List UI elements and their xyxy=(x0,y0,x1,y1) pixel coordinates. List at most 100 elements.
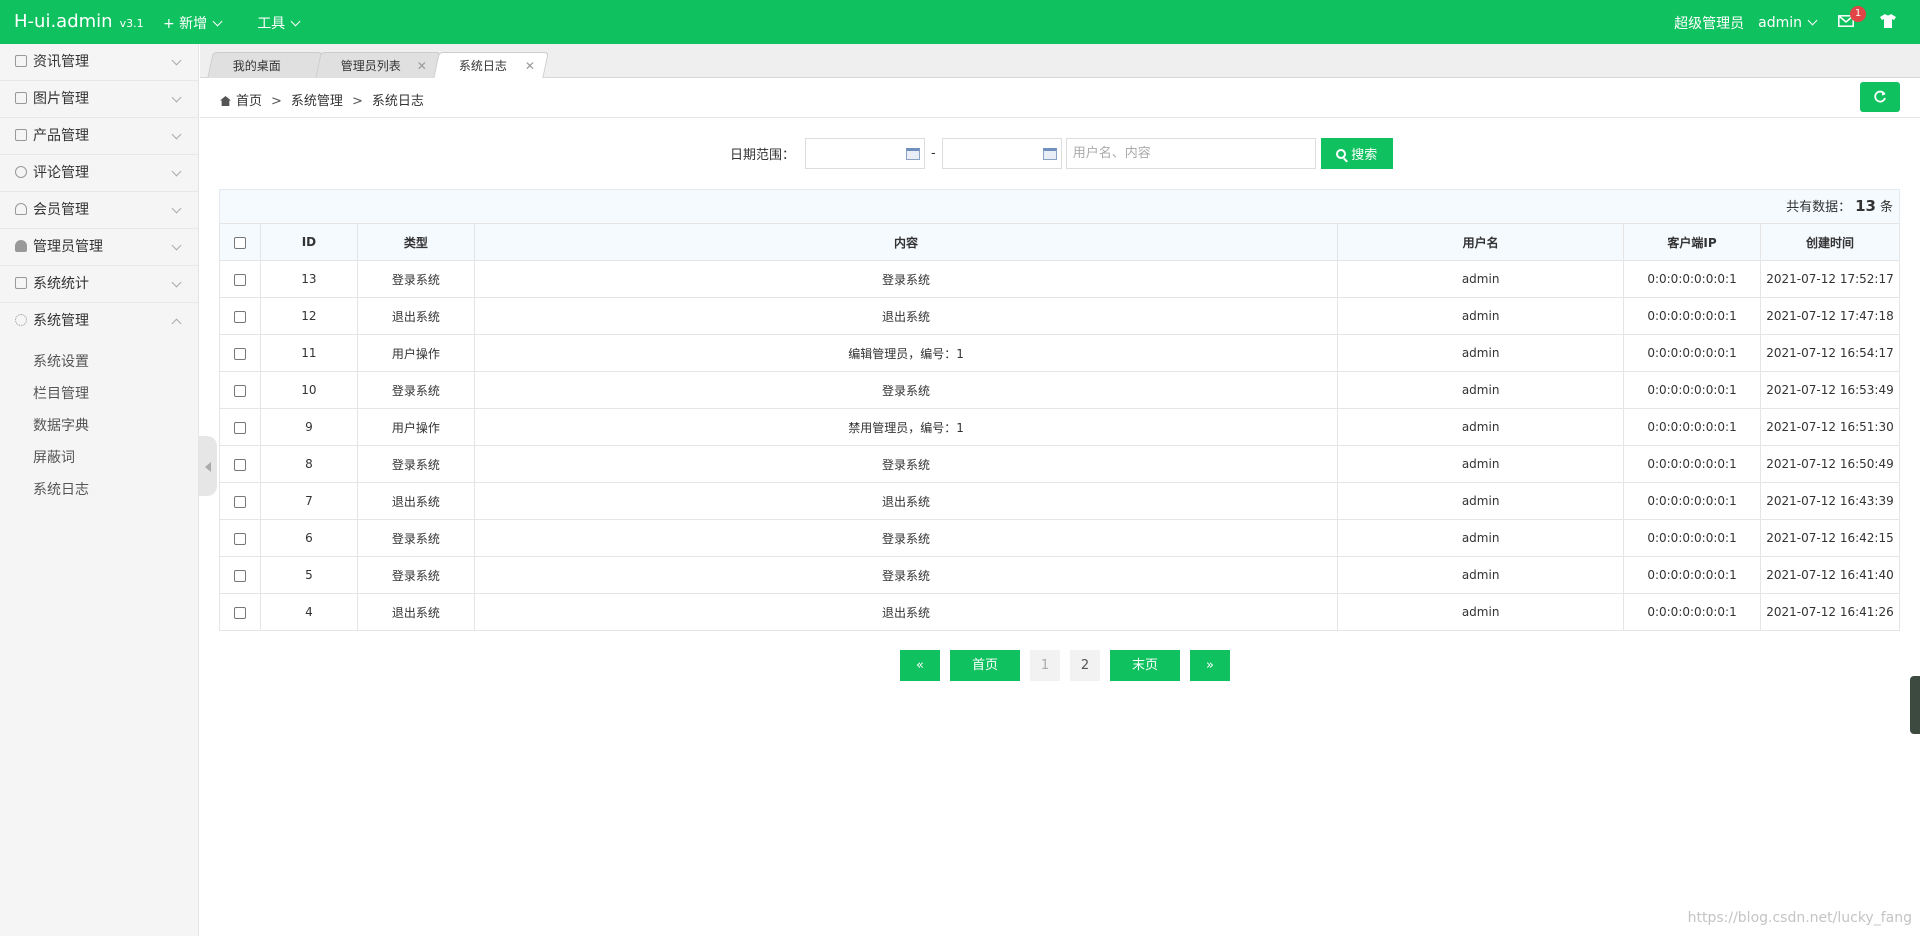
refresh-button[interactable] xyxy=(1860,82,1900,112)
total-count: 13 xyxy=(1855,197,1876,215)
tools-menu[interactable]: 工具 xyxy=(257,13,301,33)
calendar-icon xyxy=(906,148,921,160)
row-checkbox[interactable] xyxy=(233,606,246,619)
sub-item-blocked-words[interactable]: 屏蔽词 xyxy=(0,442,198,474)
role-label: 超级管理员 xyxy=(1674,16,1745,32)
table-row: 10 登录系统 登录系统 admin 0:0:0:0:0:0:0:1 2021-07-12… xyxy=(219,371,1900,409)
table-row: 11 用户操作 编辑管理员，编号：1 admin 0:0:0:0:0:0:0:1 2021… xyxy=(219,334,1900,372)
pager-next[interactable]: » xyxy=(1190,650,1230,681)
sub-item-dictionary[interactable]: 数据字典 xyxy=(0,410,198,442)
table-row: 12 退出系统 退出系统 admin 0:0:0:0:0:0:0:1 2021-07-12… xyxy=(219,297,1900,335)
pager-prev[interactable]: « xyxy=(900,650,940,681)
chevron-down-icon xyxy=(1807,15,1818,26)
table-row: 7 退出系统 退出系统 admin 0:0:0:0:0:0:0:1 2021-07-12 … xyxy=(219,482,1900,520)
row-checkbox[interactable] xyxy=(233,384,246,397)
sidebar-item-stats[interactable]: 系统统计 xyxy=(0,266,198,303)
chevron-down-icon xyxy=(171,92,182,103)
sidebar-item-members[interactable]: 会员管理 xyxy=(0,192,198,229)
col-type: 类型 xyxy=(356,223,475,261)
version-label: v3.1 xyxy=(119,17,144,30)
col-client-ip: 客户端IP xyxy=(1623,223,1761,261)
admin-icon xyxy=(15,240,27,252)
log-table: ID 类型 内容 用户名 客户端IP 创建时间 13 登录系统 登录系统 admin 0… xyxy=(219,223,1900,631)
close-icon[interactable]: ✕ xyxy=(417,53,427,79)
chevron-up-icon xyxy=(171,318,182,329)
tab-bar: 我的桌面 管理员列表 ✕ 系统日志 ✕ xyxy=(200,44,1920,79)
add-new-menu[interactable]: + 新增 xyxy=(163,13,223,33)
search-bar: 日期范围： - 搜索 xyxy=(730,138,1393,169)
breadcrumb-current: 系统日志 xyxy=(371,94,424,109)
sidebar-item-products[interactable]: 产品管理 xyxy=(0,118,198,155)
pager-page-2[interactable]: 2 xyxy=(1070,650,1100,681)
watermark: https://blog.csdn.net/lucky_fang xyxy=(1687,910,1912,926)
close-icon[interactable]: ✕ xyxy=(525,53,535,79)
sub-item-settings[interactable]: 系统设置 xyxy=(0,346,198,378)
app-logo[interactable]: H-ui.admin v3.1 xyxy=(14,11,144,32)
tab-admin-list[interactable]: 管理员列表 ✕ xyxy=(315,52,441,78)
logo-text: H-ui.admin xyxy=(14,11,113,32)
pager-last[interactable]: 末页 xyxy=(1110,650,1180,681)
tab-desktop[interactable]: 我的桌面 xyxy=(207,52,323,78)
row-checkbox[interactable] xyxy=(233,273,246,286)
date-end-input[interactable] xyxy=(941,138,1062,169)
table-row: 5 登录系统 登录系统 admin 0:0:0:0:0:0:0:1 2021-07-12 … xyxy=(219,556,1900,594)
chart-icon xyxy=(15,277,27,289)
table-row: 4 退出系统 退出系统 admin 0:0:0:0:0:0:0:1 2021-07-12 … xyxy=(219,593,1900,631)
user-icon xyxy=(15,203,27,215)
date-range-dash: - xyxy=(931,146,936,161)
comment-icon xyxy=(15,166,27,178)
calendar-icon xyxy=(1042,148,1057,160)
table-row: 8 登录系统 登录系统 admin 0:0:0:0:0:0:0:1 2021-07-12 … xyxy=(219,445,1900,483)
chevron-down-icon xyxy=(171,166,182,177)
message-button[interactable]: 1 xyxy=(1838,6,1866,31)
col-content: 内容 xyxy=(473,223,1339,261)
sidebar-item-admins[interactable]: 管理员管理 xyxy=(0,229,198,266)
table-header-row: ID 类型 内容 用户名 客户端IP 创建时间 xyxy=(219,223,1900,261)
breadcrumb-bar: 首页 > 系统管理 > 系统日志 xyxy=(200,78,1920,118)
chevron-down-icon xyxy=(171,240,182,251)
select-all-checkbox[interactable] xyxy=(233,236,246,249)
home-icon xyxy=(220,96,231,106)
keyword-input[interactable] xyxy=(1065,138,1316,169)
pager-page-1[interactable]: 1 xyxy=(1030,650,1060,681)
row-checkbox[interactable] xyxy=(233,310,246,323)
user-menu[interactable]: admin xyxy=(1758,15,1818,31)
sidebar: 资讯管理 图片管理 产品管理 评论管理 会员管理 管理员管理 系统统计 系统管理… xyxy=(0,44,199,936)
sidebar-item-news[interactable]: 资讯管理 xyxy=(0,44,198,81)
row-checkbox[interactable] xyxy=(233,458,246,471)
table-row: 6 登录系统 登录系统 admin 0:0:0:0:0:0:0:1 2021-07-12 … xyxy=(219,519,1900,557)
select-all-cell xyxy=(219,223,261,261)
row-checkbox[interactable] xyxy=(233,347,246,360)
sidebar-item-system[interactable]: 系统管理 xyxy=(0,303,198,340)
breadcrumb-home[interactable]: 首页 xyxy=(236,94,262,109)
chevron-down-icon xyxy=(171,203,182,214)
search-button[interactable]: 搜索 xyxy=(1320,138,1393,169)
row-checkbox[interactable] xyxy=(233,495,246,508)
pagination: « 首页 1 2 末页 » xyxy=(900,650,1230,681)
system-submenu: 系统设置 栏目管理 数据字典 屏蔽词 系统日志 xyxy=(0,340,198,506)
row-checkbox[interactable] xyxy=(233,532,246,545)
breadcrumb: 首页 > 系统管理 > 系统日志 xyxy=(220,90,424,109)
sidebar-item-comments[interactable]: 评论管理 xyxy=(0,155,198,192)
sub-item-system-log[interactable]: 系统日志 xyxy=(0,474,198,506)
message-count-badge: 1 xyxy=(1850,6,1866,22)
col-created-time: 创建时间 xyxy=(1760,223,1900,261)
pager-first[interactable]: 首页 xyxy=(950,650,1020,681)
col-id: ID xyxy=(259,223,358,261)
tab-system-log[interactable]: 系统日志 ✕ xyxy=(433,52,549,79)
breadcrumb-system: 系统管理 xyxy=(290,94,343,109)
top-header: H-ui.admin v3.1 + 新增 工具 超级管理员 admin 1 xyxy=(0,0,1920,44)
row-checkbox[interactable] xyxy=(233,421,246,434)
chevron-down-icon xyxy=(171,129,182,140)
news-icon xyxy=(15,55,27,67)
gear-icon xyxy=(15,314,27,326)
bag-icon xyxy=(15,129,27,141)
floating-side-widget[interactable] xyxy=(1910,676,1920,734)
row-checkbox[interactable] xyxy=(233,569,246,582)
tshirt-icon xyxy=(1880,14,1896,28)
sidebar-item-images[interactable]: 图片管理 xyxy=(0,81,198,118)
date-start-input[interactable] xyxy=(805,138,926,169)
skin-button[interactable] xyxy=(1880,14,1896,32)
sub-item-columns[interactable]: 栏目管理 xyxy=(0,378,198,410)
sidebar-collapse-handle[interactable] xyxy=(199,436,217,496)
